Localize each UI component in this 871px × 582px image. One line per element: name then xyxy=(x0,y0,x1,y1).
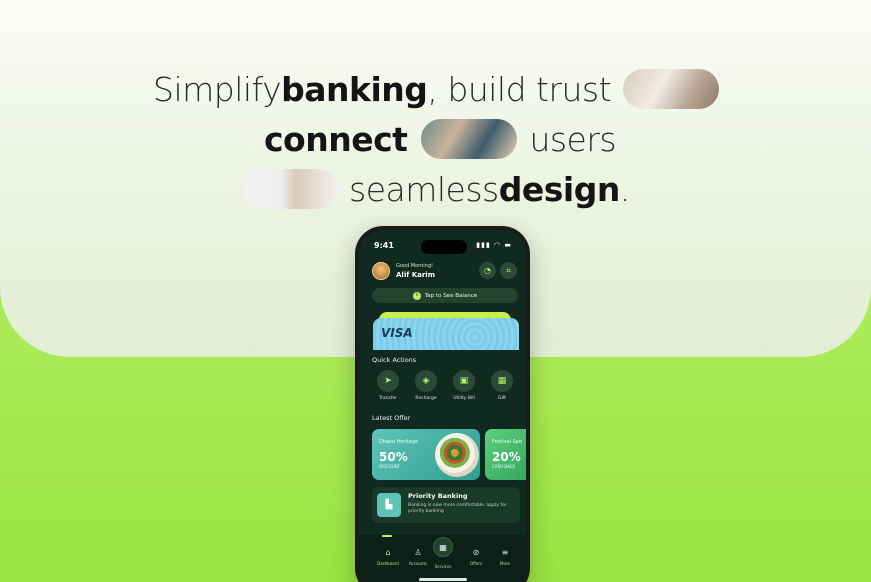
photo-pill-handshake xyxy=(623,69,720,109)
home-indicator xyxy=(419,578,467,581)
headline-line-3: seamless design . xyxy=(243,166,630,212)
tab-label: Services xyxy=(434,564,452,569)
avatar[interactable] xyxy=(372,262,390,280)
greeting-text: Good Morning! xyxy=(396,263,434,269)
active-tab-indicator xyxy=(382,535,392,537)
home-icon: ⌂ xyxy=(385,548,391,557)
headline-line-2: connect users xyxy=(264,116,617,162)
tab-label: Dashboard xyxy=(377,561,399,566)
send-icon: ➤ xyxy=(377,370,399,392)
headline-text: , build trust xyxy=(427,69,612,109)
phone-screen: 9:41 ▮▮▮ ◠ ▬ Good Morning! Alif Karim ◔ … xyxy=(359,230,526,582)
card-brand: VISA xyxy=(381,326,413,340)
headline-text: seamless xyxy=(349,169,499,209)
tab-offers[interactable]: ⊘ Offers xyxy=(461,548,491,566)
headline-line-1: Simplify banking , build trust xyxy=(153,66,720,112)
priority-banking-card[interactable]: ▙ Priority Banking Banking is now more c… xyxy=(372,487,520,523)
services-icon[interactable]: ▦ xyxy=(433,537,453,557)
quick-action-transfer[interactable]: ➤ Transfer xyxy=(373,370,403,401)
status-icons: ▮▮▮ ◠ ▬ xyxy=(476,241,512,249)
food-plate-image xyxy=(435,433,479,477)
offer-subtitle: CASH BACK xyxy=(492,464,516,469)
recharge-icon: ◈ xyxy=(415,370,437,392)
discount-icon: ⊘ xyxy=(472,548,480,557)
priority-description: Banking is now more comfortable, apply f… xyxy=(408,503,507,514)
quick-action-utility-bill[interactable]: ▣ Utility Bill xyxy=(449,370,479,401)
tab-dashboard[interactable]: ⌂ Dashboard xyxy=(373,548,403,566)
phone-mockup: 9:41 ▮▮▮ ◠ ▬ Good Morning! Alif Karim ◔ … xyxy=(355,226,530,582)
quick-action-label: Transfer xyxy=(378,396,398,401)
taka-icon: ৳ xyxy=(412,291,421,300)
offer-name: Dhaka Heritage xyxy=(379,439,419,445)
tab-bar: ⌂ Dashboard ♙ Accounts ▦ Services ⊘ Offe… xyxy=(359,535,526,582)
bill-icon: ▣ xyxy=(453,370,475,392)
quick-action-label: Recharge xyxy=(415,396,437,401)
offer-subtitle: DISCOUNT xyxy=(379,464,401,469)
headline-emphasis: design xyxy=(498,169,621,209)
status-time: 9:41 xyxy=(374,241,394,250)
quick-action-label: Utility Bill xyxy=(453,396,475,401)
headline-text: users xyxy=(529,119,617,159)
headline-text: . xyxy=(619,169,631,209)
bank-building-icon: ▙ xyxy=(377,493,401,517)
tab-services[interactable]: Services xyxy=(428,561,458,569)
offer-percent: 50% xyxy=(379,450,408,464)
quick-action-recharge[interactable]: ◈ Recharge xyxy=(411,370,441,401)
photo-pill-person xyxy=(243,169,339,209)
scan-icon[interactable]: ⌗ xyxy=(500,262,517,279)
menu-icon: ≡ xyxy=(501,548,509,557)
tab-label: More xyxy=(500,561,510,566)
priority-title: Priority Banking xyxy=(408,492,468,500)
quick-actions-title: Quick Actions xyxy=(372,356,417,364)
gift-icon: ▦ xyxy=(491,370,513,392)
chat-icon[interactable]: ◔ xyxy=(479,262,496,279)
dynamic-island xyxy=(421,240,467,254)
offer-card[interactable]: Dhaka Heritage 50% DISCOUNT xyxy=(372,429,480,480)
photo-pill-group xyxy=(421,119,518,159)
headline-emphasis: banking xyxy=(281,69,428,109)
bank-card[interactable]: VISA xyxy=(373,318,519,350)
quick-action-label: Gift xyxy=(497,396,506,401)
quick-action-gift[interactable]: ▦ Gift xyxy=(487,370,517,401)
user-icon: ♙ xyxy=(414,548,422,557)
balance-label: Tap to See Balance xyxy=(424,292,478,299)
tab-more[interactable]: ≡ More xyxy=(490,548,520,566)
latest-offer-title: Latest Offer xyxy=(372,414,411,422)
tab-label: Offers xyxy=(469,561,483,566)
headline-emphasis: connect xyxy=(264,119,408,159)
user-name: Alif Karim xyxy=(396,271,435,279)
offer-name: Festival Spe xyxy=(492,439,523,445)
offer-percent: 20% xyxy=(492,450,521,464)
offer-card[interactable]: Festival Spe 20% CASH BACK xyxy=(485,429,526,480)
headline-text: Simplify xyxy=(153,69,282,109)
tap-balance-button[interactable]: ৳ Tap to See Balance xyxy=(372,288,518,303)
